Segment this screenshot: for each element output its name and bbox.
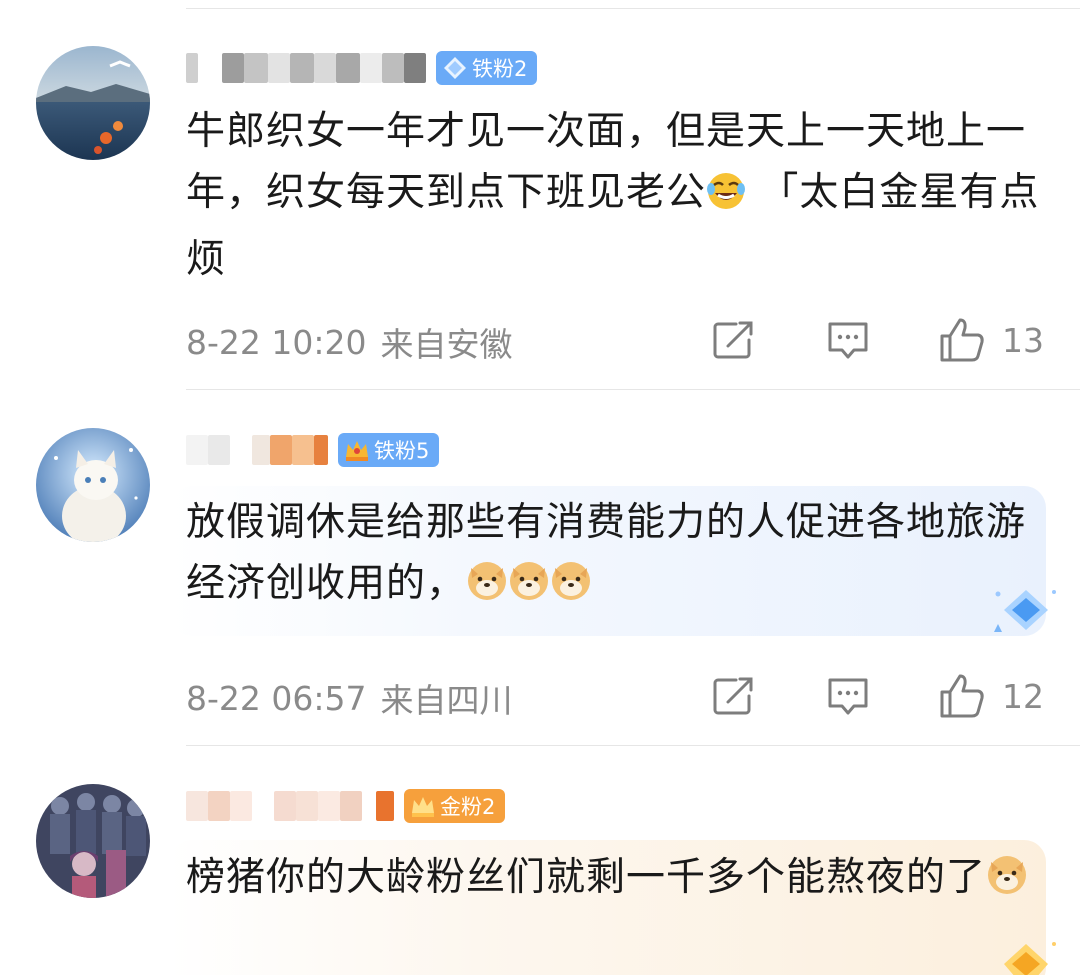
gold-crown-icon <box>410 793 436 819</box>
comment-location: 来自四川 <box>380 681 513 720</box>
fan-badge: 金粉2 <box>404 789 506 823</box>
doge-emoji <box>550 559 592 620</box>
comment-list: 铁粉2 牛郎织女一年才见一次面，但是天上一天地上一年，织女每天到点下班见老公 「… <box>0 0 1080 975</box>
reply-button[interactable] <box>826 320 870 362</box>
comment-item: 铁粉2 牛郎织女一年才见一次面，但是天上一天地上一年，织女每天到点下班见老公 「… <box>0 0 1080 390</box>
like-count: 13 <box>1002 320 1044 360</box>
comment-item: 金粉2 榜猪你的大龄粉丝们就剩一千多个能熬夜的了 <box>0 746 1080 975</box>
like-button[interactable]: 13 <box>938 316 1044 364</box>
comment-text: 放假调休是给那些有消费能力的人促进各地旅游经济创收用的， <box>186 492 1046 620</box>
doge-emoji <box>508 559 550 620</box>
comment-item: 铁粉5 放假调休是给那些有消费能力的人促进各地旅游经济创收用的， 8-22 06… <box>0 390 1080 746</box>
comment-text: 榜猪你的大龄粉丝们就剩一千多个能熬夜的了 <box>186 847 1046 914</box>
diamond-icon <box>442 55 468 81</box>
share-icon <box>713 677 753 715</box>
share-button[interactable] <box>712 676 756 716</box>
like-button[interactable]: 12 <box>938 672 1044 720</box>
username[interactable]: 金粉2 <box>186 788 506 824</box>
diamond-decoration-icon <box>990 586 1062 644</box>
thumbs-up-icon <box>940 674 984 718</box>
share-icon <box>713 321 753 359</box>
avatar[interactable] <box>36 46 150 160</box>
comment-text-main: 榜猪你的大龄粉丝们就剩一千多个能熬夜的了 <box>186 855 987 900</box>
comment-icon <box>828 322 868 359</box>
fan-badge-label: 铁粉5 <box>374 439 430 463</box>
fan-badge-label: 金粉2 <box>440 795 496 819</box>
avatar[interactable] <box>36 428 150 542</box>
doge-emoji <box>466 559 508 620</box>
username[interactable]: 铁粉5 <box>186 432 440 468</box>
gold-decoration-icon <box>990 938 1062 975</box>
reply-button[interactable] <box>826 676 870 718</box>
comment-time: 8-22 10:20 <box>186 322 367 362</box>
laughing-tears-emoji <box>706 168 746 229</box>
comment-meta: 8-22 10:20 来自安徽 <box>186 320 513 365</box>
crown-icon <box>344 437 370 463</box>
fan-badge: 铁粉2 <box>436 51 538 85</box>
comment-text: 牛郎织女一年才见一次面，但是天上一天地上一年，织女每天到点下班见老公 「太白金星… <box>186 101 1046 290</box>
comment-meta: 8-22 06:57 来自四川 <box>186 676 513 721</box>
share-button[interactable] <box>712 320 756 360</box>
comment-time: 8-22 06:57 <box>186 678 367 718</box>
fan-badge-label: 铁粉2 <box>472 57 528 81</box>
username[interactable]: 铁粉2 <box>186 50 538 86</box>
comment-icon <box>828 678 868 715</box>
comment-text-main: 放假调休是给那些有消费能力的人促进各地旅游经济创收用的， <box>186 500 1027 606</box>
comment-location: 来自安徽 <box>380 325 513 364</box>
like-count: 12 <box>1002 676 1044 716</box>
thumbs-up-icon <box>940 318 984 362</box>
avatar[interactable] <box>36 784 150 898</box>
fan-badge: 铁粉5 <box>338 433 440 467</box>
doge-emoji <box>986 853 1028 914</box>
